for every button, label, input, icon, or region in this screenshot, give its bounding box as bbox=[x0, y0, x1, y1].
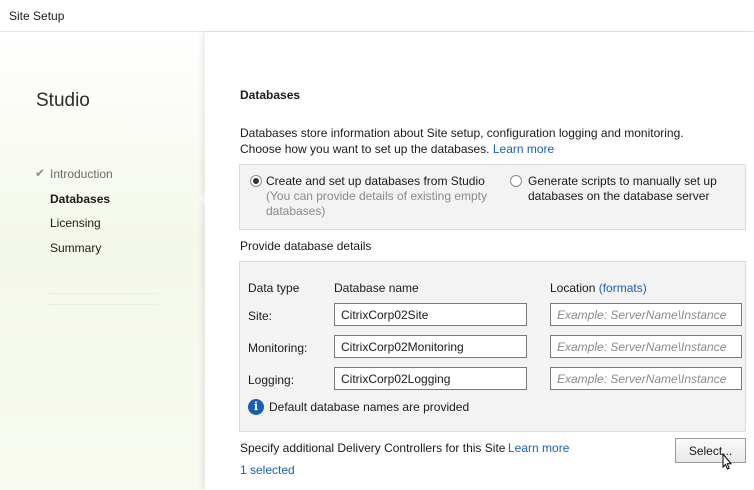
wizard-sidebar: Studio ✔ Introduction Databases Licensin… bbox=[0, 32, 205, 490]
selected-controllers-link[interactable]: 1 selected bbox=[240, 463, 295, 477]
intro-line-2: Choose how you want to set up the databa… bbox=[240, 141, 720, 157]
step-databases: Databases bbox=[50, 192, 110, 206]
generate-scripts-radio[interactable] bbox=[510, 175, 522, 187]
col-header-type: Data type bbox=[248, 281, 300, 295]
database-setup-options: Create and set up databases from Studio … bbox=[239, 164, 746, 230]
step-label: Summary bbox=[50, 241, 102, 255]
databases-page: Databases Databases store information ab… bbox=[205, 32, 754, 490]
delivery-controllers-label: Specify additional Delivery Controllers … bbox=[240, 441, 506, 455]
studio-brand: Studio bbox=[36, 90, 90, 111]
col-header-name: Database name bbox=[334, 281, 419, 295]
provide-details-label: Provide database details bbox=[240, 239, 372, 253]
col-header-location: Location (formats) bbox=[550, 281, 647, 295]
check-icon: ✔ bbox=[35, 166, 46, 180]
step-licensing: Licensing bbox=[50, 216, 101, 230]
step-label: Introduction bbox=[50, 167, 113, 181]
generate-scripts-option[interactable]: Generate scripts to manually set up data… bbox=[528, 174, 733, 204]
step-summary: Summary bbox=[50, 241, 101, 255]
intro-line-1: Databases store information about Site s… bbox=[240, 126, 684, 140]
site-database-name-input[interactable] bbox=[334, 303, 527, 326]
formats-link[interactable]: (formats) bbox=[599, 281, 647, 295]
controllers-learn-more-link[interactable]: Learn more bbox=[508, 441, 569, 455]
step-label: Databases bbox=[50, 192, 111, 206]
learn-more-link[interactable]: Learn more bbox=[493, 142, 554, 156]
mouse-pointer-icon bbox=[722, 453, 733, 470]
select-controllers-button[interactable]: Select... bbox=[675, 438, 746, 463]
create-databases-radio[interactable] bbox=[250, 175, 262, 187]
intro-text: Databases store information about Site s… bbox=[240, 125, 720, 157]
row-label-logging: Logging: bbox=[248, 373, 295, 387]
intro-line-2-text: Choose how you want to set up the databa… bbox=[240, 142, 490, 156]
row-label-site: Site: bbox=[248, 309, 273, 323]
default-names-info: Default database names are provided bbox=[269, 400, 470, 414]
step-introduction[interactable]: ✔ Introduction bbox=[35, 166, 113, 181]
logging-location-input[interactable] bbox=[550, 367, 742, 390]
window-title: Site Setup bbox=[9, 9, 65, 23]
database-details-panel: Data type Database name Location (format… bbox=[239, 261, 746, 432]
step-label: Licensing bbox=[50, 216, 101, 230]
row-label-monitoring: Monitoring: bbox=[248, 341, 308, 355]
monitoring-database-name-input[interactable] bbox=[334, 335, 527, 358]
logging-database-name-input[interactable] bbox=[334, 367, 527, 390]
monitoring-location-input[interactable] bbox=[550, 335, 742, 358]
col-header-location-text: Location bbox=[550, 281, 596, 295]
info-icon: i bbox=[248, 399, 264, 415]
page-title: Databases bbox=[240, 88, 301, 102]
create-databases-label: Create and set up databases from Studio bbox=[266, 174, 485, 188]
create-databases-option[interactable]: Create and set up databases from Studio … bbox=[266, 174, 516, 219]
title-bar: Site Setup bbox=[0, 0, 754, 32]
sidebar-ghost-decoration bbox=[48, 293, 158, 305]
site-location-input[interactable] bbox=[550, 303, 742, 326]
generate-scripts-label: Generate scripts to manually set up data… bbox=[528, 174, 717, 203]
create-databases-sublabel: (You can provide details of existing emp… bbox=[266, 189, 488, 218]
